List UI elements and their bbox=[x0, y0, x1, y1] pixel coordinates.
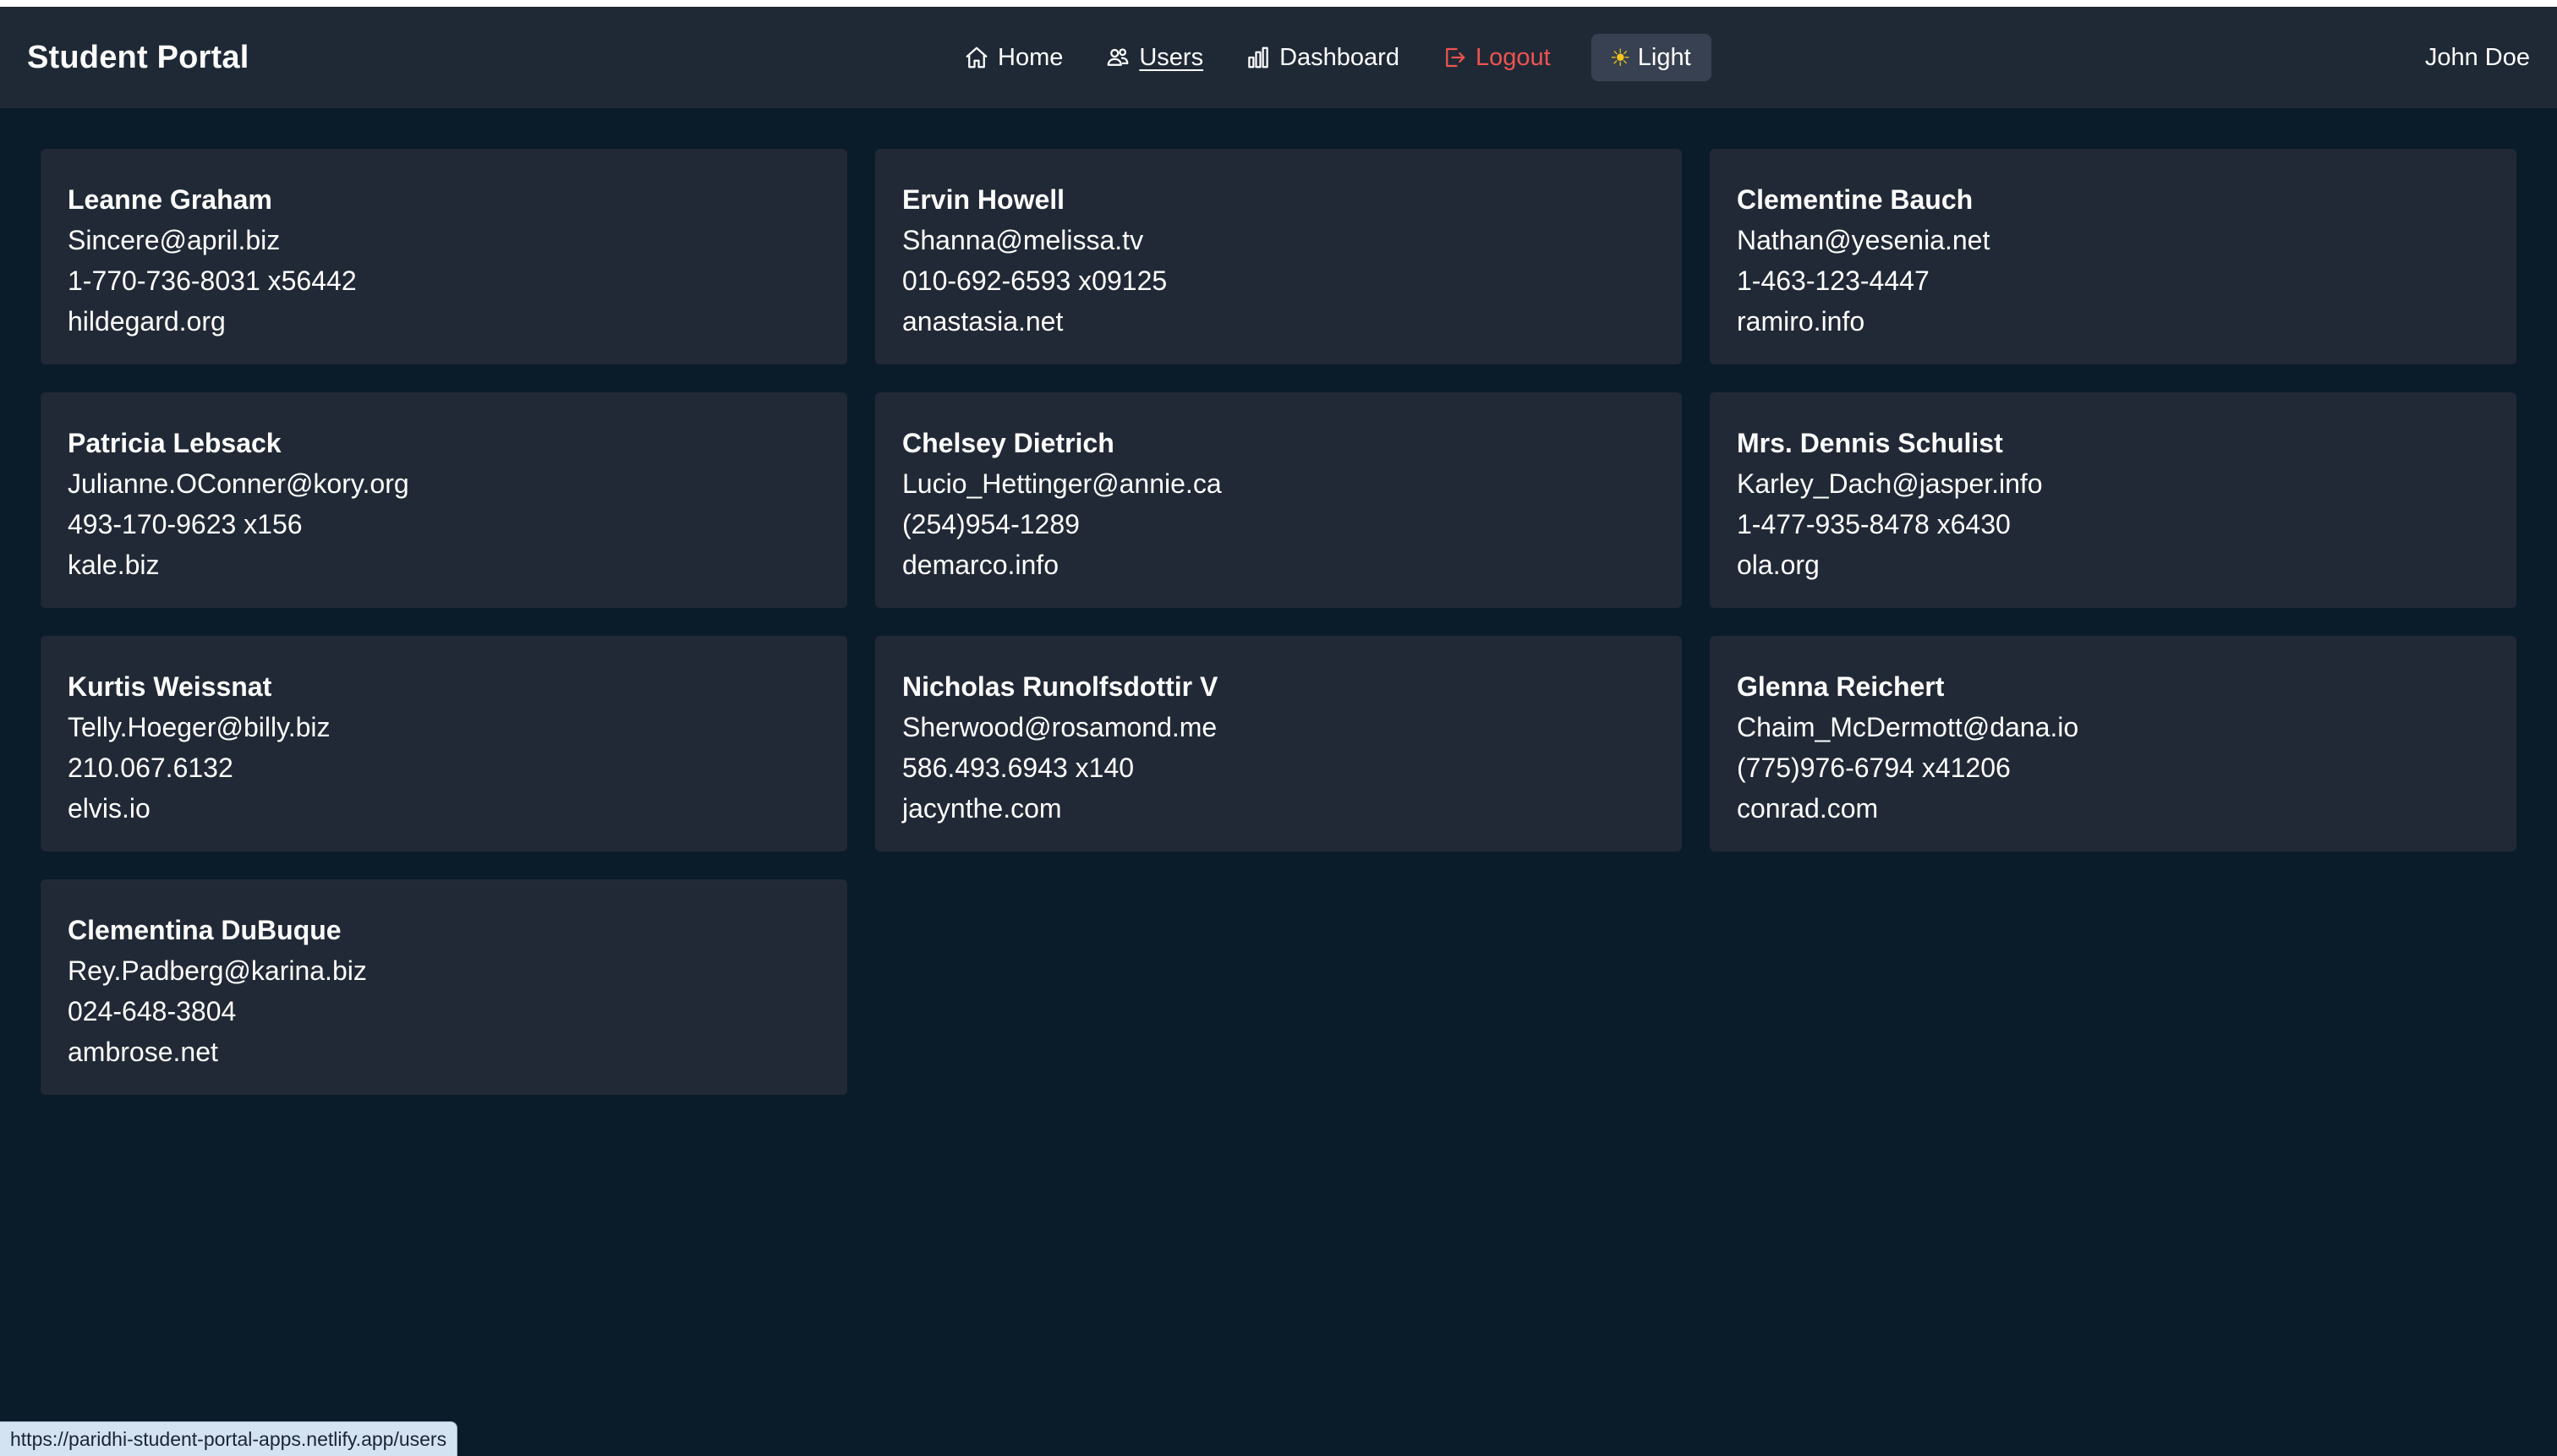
user-phone: 210.067.6132 bbox=[68, 753, 233, 783]
nav-dashboard-label: Dashboard bbox=[1279, 43, 1399, 71]
users-icon bbox=[1105, 45, 1131, 70]
user-website: demarco.info bbox=[902, 550, 1059, 580]
user-phone: (254)954-1289 bbox=[902, 509, 1080, 539]
nav-logout-label: Logout bbox=[1475, 43, 1551, 71]
user-card[interactable]: Chelsey Dietrich Lucio_Hettinger@annie.c… bbox=[875, 392, 1682, 608]
sun-icon: ☀ bbox=[1609, 44, 1631, 71]
user-name: Clementine Bauch bbox=[1737, 184, 1974, 215]
user-email: Shanna@melissa.tv bbox=[902, 225, 1144, 255]
user-name: Patricia Lebsack bbox=[68, 428, 282, 458]
user-website: kale.biz bbox=[68, 550, 160, 580]
user-phone: (775)976-6794 x41206 bbox=[1737, 753, 2011, 783]
user-phone: 493-170-9623 x156 bbox=[68, 509, 303, 539]
user-name: Ervin Howell bbox=[902, 184, 1065, 215]
user-email: Karley_Dach@jasper.info bbox=[1737, 468, 2043, 499]
nav-users-label: Users bbox=[1139, 43, 1204, 71]
nav-home-label: Home bbox=[998, 43, 1064, 71]
user-phone: 024-648-3804 bbox=[68, 996, 237, 1026]
user-email: Telly.Hoeger@billy.biz bbox=[68, 712, 331, 742]
user-website: conrad.com bbox=[1737, 793, 1879, 824]
user-website: jacynthe.com bbox=[902, 793, 1062, 824]
user-name: Mrs. Dennis Schulist bbox=[1737, 428, 2003, 458]
user-card[interactable]: Clementina DuBuque Rey.Padberg@karina.bi… bbox=[41, 879, 847, 1095]
user-card[interactable]: Leanne Graham Sincere@april.biz 1-770-73… bbox=[41, 149, 847, 364]
user-phone: 586.493.6943 x140 bbox=[902, 753, 1135, 783]
user-card[interactable]: Kurtis Weissnat Telly.Hoeger@billy.biz 2… bbox=[41, 636, 847, 851]
user-name: Chelsey Dietrich bbox=[902, 428, 1114, 458]
user-phone: 1-770-736-8031 x56442 bbox=[68, 265, 357, 296]
user-phone: 010-692-6593 x09125 bbox=[902, 265, 1168, 296]
user-name: Kurtis Weissnat bbox=[68, 671, 272, 702]
home-icon bbox=[964, 45, 989, 70]
brand-title[interactable]: Student Portal bbox=[27, 7, 249, 108]
nav-logout-link[interactable]: Logout bbox=[1442, 34, 1551, 81]
user-email: Nathan@yesenia.net bbox=[1737, 225, 1990, 255]
user-name: Clementina DuBuque bbox=[68, 915, 342, 945]
user-email: Chaim_McDermott@dana.io bbox=[1737, 712, 2079, 742]
user-phone: 1-477-935-8478 x6430 bbox=[1737, 509, 2011, 539]
nav-home-link[interactable]: Home bbox=[964, 34, 1063, 81]
user-phone: 1-463-123-4447 bbox=[1737, 265, 1930, 296]
user-website: ola.org bbox=[1737, 550, 1820, 580]
user-card-grid: Leanne Graham Sincere@april.biz 1-770-73… bbox=[41, 149, 2516, 1095]
nav-dashboard-link[interactable]: Dashboard bbox=[1246, 34, 1399, 81]
user-email: Julianne.OConner@kory.org bbox=[68, 468, 409, 499]
logout-icon bbox=[1442, 45, 1467, 70]
user-website: hildegard.org bbox=[68, 306, 226, 337]
user-website: ramiro.info bbox=[1737, 306, 1865, 337]
bar-chart-icon bbox=[1246, 45, 1271, 70]
user-name: Nicholas Runolfsdottir V bbox=[902, 671, 1218, 702]
user-name: Glenna Reichert bbox=[1737, 671, 1945, 702]
user-card[interactable]: Patricia Lebsack Julianne.OConner@kory.o… bbox=[41, 392, 847, 608]
theme-toggle-button[interactable]: ☀ Light bbox=[1591, 34, 1711, 81]
theme-toggle-label: Light bbox=[1637, 43, 1691, 71]
user-website: elvis.io bbox=[68, 793, 151, 824]
nav-users-link[interactable]: Users bbox=[1105, 34, 1203, 81]
navbar: Student Portal Home Users Dashboard Logo… bbox=[0, 7, 2557, 108]
user-email: Sincere@april.biz bbox=[68, 225, 281, 255]
browser-top-strip bbox=[0, 0, 2557, 7]
nav-links: Home Users Dashboard Logout ☀ Light bbox=[964, 7, 1711, 108]
user-email: Rey.Padberg@karina.biz bbox=[68, 955, 367, 986]
user-website: ambrose.net bbox=[68, 1037, 218, 1067]
current-user-name: John Doe bbox=[2424, 44, 2530, 71]
user-name: Leanne Graham bbox=[68, 184, 272, 215]
user-card[interactable]: Clementine Bauch Nathan@yesenia.net 1-46… bbox=[1710, 149, 2516, 364]
user-card[interactable]: Ervin Howell Shanna@melissa.tv 010-692-6… bbox=[875, 149, 1682, 364]
user-email: Lucio_Hettinger@annie.ca bbox=[902, 468, 1222, 499]
user-card[interactable]: Glenna Reichert Chaim_McDermott@dana.io … bbox=[1710, 636, 2516, 851]
user-email: Sherwood@rosamond.me bbox=[902, 712, 1218, 742]
user-card[interactable]: Nicholas Runolfsdottir V Sherwood@rosamo… bbox=[875, 636, 1682, 851]
link-hover-status-url: https://paridhi-student-portal-apps.netl… bbox=[0, 1421, 458, 1456]
user-website: anastasia.net bbox=[902, 306, 1064, 337]
user-card[interactable]: Mrs. Dennis Schulist Karley_Dach@jasper.… bbox=[1710, 392, 2516, 608]
